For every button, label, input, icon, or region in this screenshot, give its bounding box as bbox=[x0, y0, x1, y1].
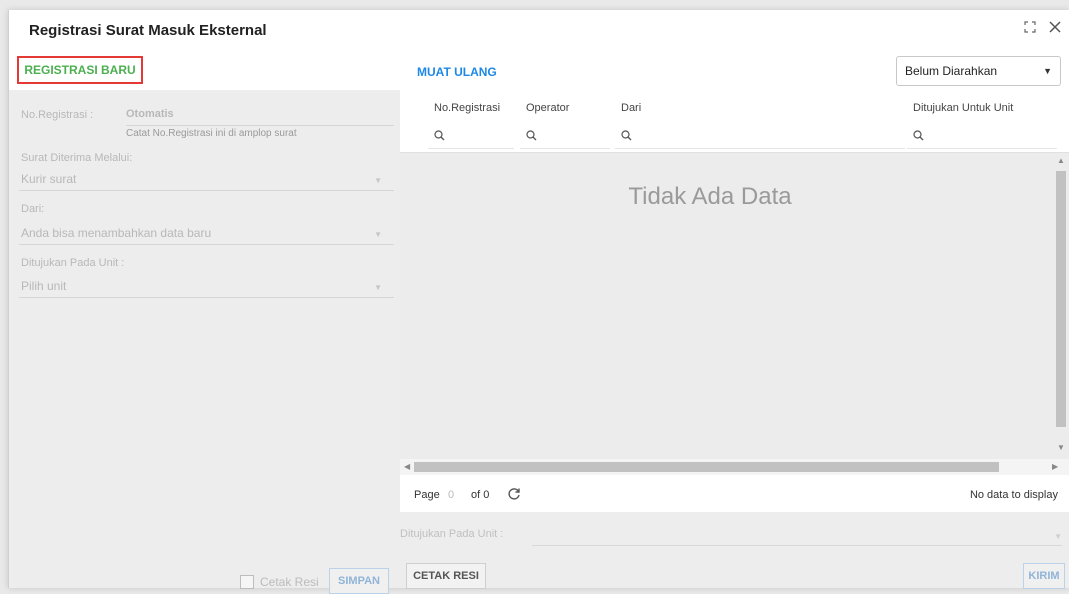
no-registrasi-value: Otomatis bbox=[126, 108, 174, 120]
column-header-no-registrasi[interactable]: No.Registrasi bbox=[434, 102, 500, 114]
column-header-ditujukan[interactable]: Ditujukan Untuk Unit bbox=[913, 102, 1013, 114]
registration-form: No.Registrasi : Otomatis Catat No.Regist… bbox=[9, 90, 400, 594]
send-button[interactable]: KIRIM bbox=[1023, 563, 1065, 589]
empty-message: Tidak Ada Data bbox=[628, 183, 792, 210]
refresh-icon[interactable] bbox=[507, 487, 521, 504]
close-icon[interactable] bbox=[1048, 20, 1062, 34]
grid-body: Tidak Ada Data bbox=[400, 153, 1052, 459]
pager: Page 0 of 0 No data to display bbox=[400, 478, 1069, 512]
scroll-down-icon[interactable]: ▼ bbox=[1057, 443, 1065, 452]
routing-unit-label: Ditujukan Pada Unit : bbox=[400, 528, 504, 540]
status-filter-value: Belum Diarahkan bbox=[905, 64, 998, 78]
save-button[interactable]: SIMPAN bbox=[329, 568, 389, 594]
search-icon[interactable] bbox=[913, 130, 924, 144]
search-icon[interactable] bbox=[526, 130, 537, 144]
search-icon[interactable] bbox=[434, 130, 445, 144]
no-registrasi-label: No.Registrasi : bbox=[21, 109, 94, 121]
register-new-button[interactable]: REGISTRASI BARU bbox=[17, 56, 143, 84]
page-of-label: of 0 bbox=[471, 489, 490, 501]
scroll-right-icon[interactable]: ▶ bbox=[1052, 462, 1058, 471]
unit-label: Ditujukan Pada Unit : bbox=[21, 257, 125, 269]
search-icon[interactable] bbox=[621, 130, 632, 144]
scrollbar-thumb[interactable] bbox=[1056, 171, 1066, 427]
unit-select[interactable]: Pilih unit bbox=[21, 279, 66, 293]
chevron-down-icon: ▼ bbox=[374, 283, 382, 292]
dari-label: Dari: bbox=[21, 203, 45, 215]
print-receipt-button[interactable]: CETAK RESI bbox=[406, 563, 486, 589]
diterima-select[interactable]: Kurir surat bbox=[21, 172, 76, 186]
vertical-scrollbar[interactable]: ▲ ▼ bbox=[1052, 153, 1069, 459]
chevron-down-icon: ▼ bbox=[1054, 532, 1062, 541]
column-header-operator[interactable]: Operator bbox=[526, 102, 569, 114]
data-grid: No.Registrasi Operator Dari Ditujukan Un… bbox=[400, 90, 1069, 510]
dialog-title: Registrasi Surat Masuk Eksternal bbox=[29, 22, 267, 39]
dari-select[interactable]: Anda bisa menambahkan data baru bbox=[21, 226, 211, 240]
cetak-resi-label: Cetak Resi bbox=[260, 575, 319, 589]
scroll-left-icon[interactable]: ◀ bbox=[404, 462, 410, 471]
scrollbar-thumb[interactable] bbox=[414, 462, 999, 472]
no-registrasi-hint: Catat No.Registrasi ini di amplop surat bbox=[126, 128, 297, 139]
grid-header: No.Registrasi Operator Dari Ditujukan Un… bbox=[400, 90, 1069, 153]
chevron-down-icon: ▼ bbox=[374, 176, 382, 185]
page-label: Page bbox=[414, 489, 440, 501]
reload-button[interactable]: MUAT ULANG bbox=[417, 65, 497, 79]
dialog: Registrasi Surat Masuk Eksternal REGISTR… bbox=[8, 10, 1069, 594]
cetak-resi-checkbox[interactable]: Cetak Resi bbox=[240, 575, 319, 589]
chevron-down-icon: ▼ bbox=[374, 230, 382, 239]
page-input[interactable]: 0 bbox=[448, 489, 454, 501]
checkbox-box bbox=[240, 575, 254, 589]
maximize-icon[interactable] bbox=[1024, 21, 1036, 33]
status-filter-select[interactable]: Belum Diarahkan ▼ bbox=[896, 56, 1061, 86]
scroll-up-icon[interactable]: ▲ bbox=[1057, 156, 1065, 165]
diterima-label: Surat Diterima Melalui: bbox=[21, 152, 133, 164]
chevron-down-icon: ▼ bbox=[1043, 66, 1052, 76]
window-controls bbox=[1024, 20, 1062, 34]
horizontal-scrollbar[interactable]: ◀ ▶ bbox=[400, 459, 1069, 475]
column-header-dari[interactable]: Dari bbox=[621, 102, 641, 114]
pager-status: No data to display bbox=[969, 489, 1058, 501]
routing-panel: Ditujukan Pada Unit : ▼ CETAK RESI KIRIM bbox=[400, 512, 1069, 589]
